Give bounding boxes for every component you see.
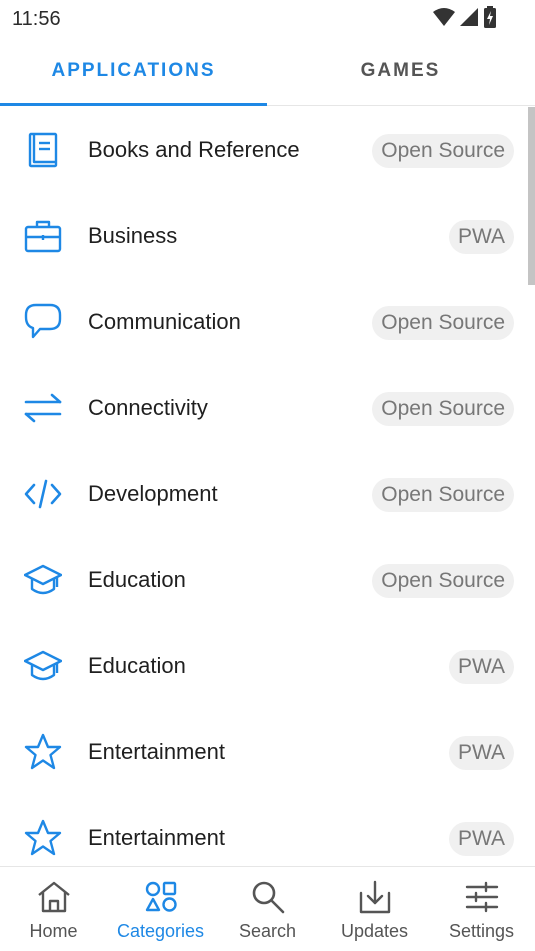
status-badge: PWA [448,736,514,770]
active-tab-indicator [0,103,267,106]
star-icon [22,819,64,856]
bottom-navigation: Home Categories Search Updates Settings [0,866,535,951]
nav-label: Settings [448,921,515,941]
graduation-cap-icon [22,648,64,684]
status-icons [433,6,497,33]
nav-categories[interactable]: Categories [107,867,214,951]
chat-bubble-icon [22,303,64,340]
list-item[interactable]: Education PWA [0,623,528,709]
list-item[interactable]: Education Open Source [0,537,528,623]
search-icon [214,879,321,915]
list-item-label: Connectivity [88,395,208,420]
graduation-cap-icon [22,562,64,598]
list-item[interactable]: Connectivity Open Source [0,365,528,451]
download-icon [321,879,428,915]
star-icon [22,733,64,770]
signal-icon [459,7,479,32]
list-item-label: Entertainment [88,739,225,764]
list-item[interactable]: Entertainment PWA [0,709,528,795]
book-icon [22,132,64,168]
list-item-label: Entertainment [88,825,225,850]
home-icon [0,879,107,915]
nav-home[interactable]: Home [0,867,107,951]
list-item-label: Books and Reference [88,137,300,162]
list-item[interactable]: Business PWA [0,193,528,279]
categories-icon [107,879,214,915]
tab-games[interactable]: GAMES [267,36,534,106]
status-badge: Open Source [372,478,514,512]
swap-arrows-icon [22,390,64,426]
code-icon [22,476,64,512]
nav-search[interactable]: Search [214,867,321,951]
list-item[interactable]: Development Open Source [0,451,528,537]
nav-label: Search [238,921,297,941]
scrollbar-thumb[interactable] [528,107,535,285]
list-item-label: Education [88,653,186,678]
status-badge: Open Source [372,564,514,598]
list-item-label: Business [88,223,178,248]
status-badge: Open Source [372,392,514,426]
status-badge: PWA [448,220,514,254]
battery-icon [483,6,497,33]
status-time: 11:56 [12,8,61,30]
list-item-label: Communication [88,309,241,334]
briefcase-icon [22,218,64,254]
nav-updates[interactable]: Updates [321,867,428,951]
list-item-label: Education [88,567,186,592]
status-badge: PWA [448,822,514,856]
wifi-icon [433,7,455,32]
nav-label: Updates [340,921,409,941]
category-list: Books and Reference Open Source Business… [0,107,535,865]
nav-settings[interactable]: Settings [428,867,535,951]
tab-applications[interactable]: APPLICATIONS [0,36,267,106]
nav-label: Home [29,921,78,941]
status-badge: Open Source [372,306,514,340]
list-item[interactable]: Communication Open Source [0,279,528,365]
list-item[interactable]: Entertainment PWA [0,795,528,865]
nav-label: Categories [116,921,205,941]
category-tabs: APPLICATIONS GAMES [0,36,535,106]
status-bar: 11:56 [0,0,535,36]
status-badge: PWA [448,650,514,684]
list-item-label: Development [88,481,218,506]
status-badge: Open Source [372,134,514,168]
list-item[interactable]: Books and Reference Open Source [0,107,528,193]
sliders-icon [428,879,535,915]
